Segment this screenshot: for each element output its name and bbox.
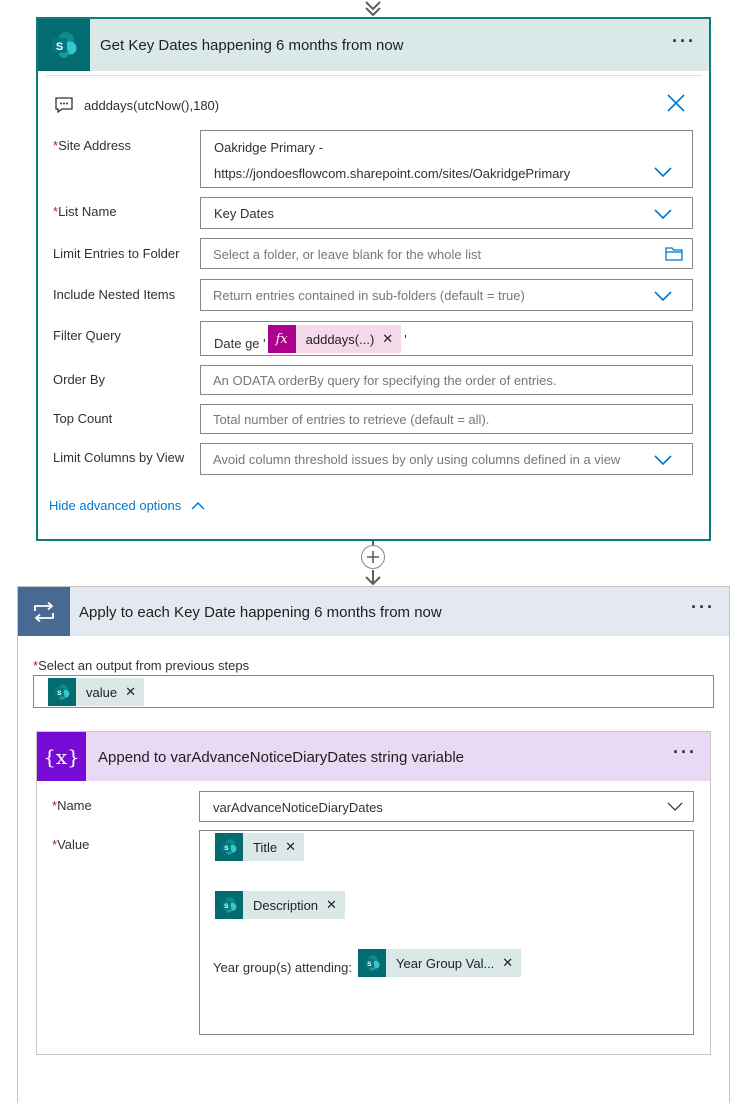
sharepoint-icon: S <box>215 833 243 861</box>
limit-folder-label: Limit Entries to Folder <box>53 246 180 261</box>
year-group-text: Year group(s) attending: <box>213 959 353 975</box>
filter-prefix-text: Date ge ' <box>214 335 266 351</box>
expression-token-label: adddays(...) <box>305 331 375 347</box>
more-options-button[interactable]: ··· <box>672 31 696 52</box>
filter-suffix-text: ' <box>404 331 407 347</box>
chevron-down-icon[interactable] <box>654 455 672 465</box>
remove-token-icon[interactable]: ✕ <box>285 839 304 855</box>
comment-row: adddays(utcNow(),180) <box>54 95 219 115</box>
select-output-input[interactable]: S value ✕ <box>33 675 714 708</box>
limit-view-label: Limit Columns by View <box>53 450 185 465</box>
action-header[interactable]: S Get Key Dates happening 6 months from … <box>38 19 709 71</box>
close-icon[interactable] <box>666 93 686 113</box>
insert-step-button[interactable] <box>361 545 385 569</box>
chevron-up-icon <box>191 501 205 510</box>
name-label: *Name <box>52 798 92 813</box>
loop-icon <box>18 587 70 636</box>
filter-query-content: Date ge ' fx adddays(...) ✕ ' <box>214 325 407 353</box>
top-count-label: Top Count <box>53 411 113 426</box>
top-count-placeholder: Total number of entries to retrieve (def… <box>213 412 490 427</box>
list-name-value: Key Dates <box>214 206 274 221</box>
comment-icon <box>55 97 73 114</box>
variable-icon: {x} <box>37 732 86 781</box>
year-group-line: Year group(s) attending: S Year Group Va… <box>213 949 522 977</box>
description-token[interactable]: S Description ✕ <box>215 891 345 919</box>
more-options-button[interactable]: ··· <box>691 597 715 618</box>
title-token-label: Title <box>253 839 278 855</box>
chevron-down-icon[interactable] <box>667 802 683 811</box>
filter-query-input[interactable]: Date ge ' fx adddays(...) ✕ ' <box>200 321 693 356</box>
sharepoint-icon: S <box>215 891 243 919</box>
variable-value-input[interactable]: S Title ✕ S Description ✕ Year group(s) … <box>199 830 694 1035</box>
apply-to-each-header[interactable]: Apply to each Key Date happening 6 month… <box>18 587 729 636</box>
variable-name-value: varAdvanceNoticeDiaryDates <box>213 800 383 815</box>
value-label: *Value <box>52 837 90 852</box>
order-by-label: Order By <box>53 372 106 387</box>
folder-icon[interactable] <box>665 246 683 261</box>
action-title[interactable]: Get Key Dates happening 6 months from no… <box>100 37 404 54</box>
chevron-down-icon[interactable] <box>654 167 672 177</box>
order-by-input[interactable]: An ODATA orderBy query for specifying th… <box>200 365 693 395</box>
hide-advanced-options-link[interactable]: Hide advanced options <box>49 498 205 513</box>
site-address-value-line1: Oakridge Primary - <box>214 140 324 155</box>
down-arrow-icon <box>365 570 381 586</box>
svg-text:S: S <box>56 41 63 53</box>
limit-view-dropdown[interactable]: Avoid column threshold issues by only us… <box>200 443 693 475</box>
remove-token-icon[interactable]: ✕ <box>382 331 401 347</box>
top-count-input[interactable]: Total number of entries to retrieve (def… <box>200 404 693 434</box>
filter-query-label: Filter Query <box>53 328 121 343</box>
sharepoint-icon: S <box>38 19 90 71</box>
svg-text:S: S <box>57 690 62 697</box>
year-group-token-label: Year Group Val... <box>396 955 495 971</box>
variable-name-dropdown[interactable]: varAdvanceNoticeDiaryDates <box>199 791 694 822</box>
down-arrow-icon <box>365 1 381 16</box>
title-token[interactable]: S Title ✕ <box>215 833 304 861</box>
comment-text[interactable]: adddays(utcNow(),180) <box>84 98 219 113</box>
chevron-down-icon[interactable] <box>654 291 672 301</box>
append-variable-title[interactable]: Append to varAdvanceNoticeDiaryDates str… <box>98 749 464 766</box>
svg-text:S: S <box>224 903 229 910</box>
select-output-label: *Select an output from previous steps <box>33 658 250 673</box>
site-address-value-line2: https://jondoesflowcom.sharepoint.com/si… <box>214 166 571 181</box>
list-name-dropdown[interactable]: Key Dates <box>200 197 693 229</box>
limit-view-placeholder: Avoid column threshold issues by only us… <box>213 452 621 467</box>
apply-to-each-title[interactable]: Apply to each Key Date happening 6 month… <box>79 604 442 621</box>
site-address-label: *Site Address <box>53 138 132 153</box>
value-token-label: value <box>86 684 118 700</box>
hide-advanced-label: Hide advanced options <box>49 498 182 513</box>
value-token[interactable]: S value ✕ <box>48 678 144 706</box>
svg-text:S: S <box>367 961 372 968</box>
chevron-down-icon[interactable] <box>654 209 672 219</box>
sharepoint-icon: S <box>48 678 76 706</box>
plus-icon <box>367 551 379 563</box>
remove-token-icon[interactable]: ✕ <box>125 684 144 700</box>
append-variable-header[interactable]: {x} Append to varAdvanceNoticeDiaryDates… <box>37 732 710 781</box>
sharepoint-icon: S <box>358 949 387 977</box>
year-group-token[interactable]: S Year Group Val... ✕ <box>358 949 522 977</box>
order-by-placeholder: An ODATA orderBy query for specifying th… <box>213 373 557 388</box>
limit-folder-placeholder: Select a folder, or leave blank for the … <box>213 247 482 262</box>
list-name-label: *List Name <box>53 204 117 219</box>
header-divider <box>46 75 702 76</box>
expression-token[interactable]: fx adddays(...) ✕ <box>267 325 402 353</box>
function-icon: fx <box>267 325 296 353</box>
site-address-dropdown[interactable]: Oakridge Primary - https://jondoesflowco… <box>200 130 693 188</box>
limit-folder-input[interactable]: Select a folder, or leave blank for the … <box>200 238 693 269</box>
remove-token-icon[interactable]: ✕ <box>502 955 521 971</box>
remove-token-icon[interactable]: ✕ <box>326 897 345 913</box>
nested-items-placeholder: Return entries contained in sub-folders … <box>213 288 525 303</box>
get-items-action-card: S Get Key Dates happening 6 months from … <box>36 17 711 541</box>
more-options-button[interactable]: ··· <box>673 742 697 763</box>
nested-items-label: Include Nested Items <box>53 287 176 302</box>
nested-items-dropdown[interactable]: Return entries contained in sub-folders … <box>200 279 693 311</box>
svg-text:S: S <box>224 845 229 852</box>
description-token-label: Description <box>253 897 319 913</box>
